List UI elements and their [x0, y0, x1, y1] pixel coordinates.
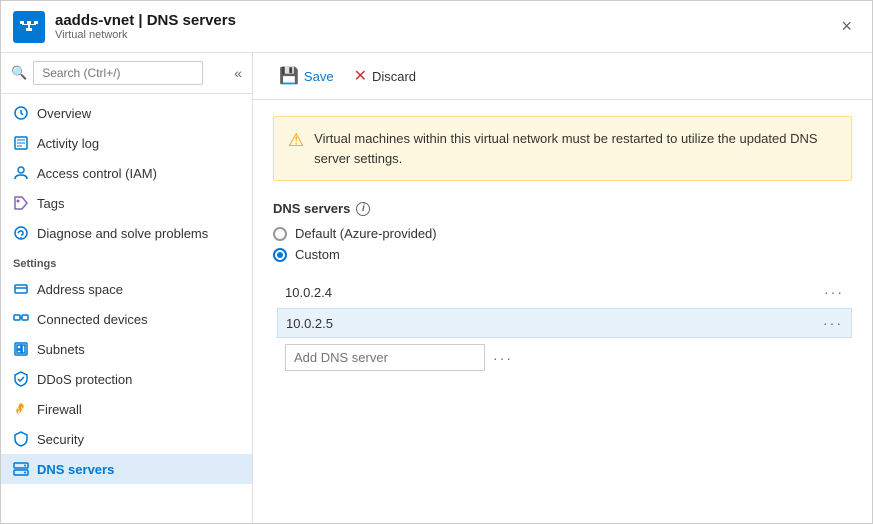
save-button[interactable]: 💾 Save	[269, 61, 344, 91]
add-dns-input[interactable]	[285, 344, 485, 371]
sidebar-item-activity-log-label: Activity log	[37, 136, 99, 151]
sidebar-item-dns-servers[interactable]: DNS servers	[1, 454, 252, 484]
firewall-icon	[13, 401, 29, 417]
sidebar-item-subnets[interactable]: Subnets	[1, 334, 252, 364]
warning-icon: ⚠	[288, 130, 304, 151]
right-panel: 💾 Save ✕ Discard ⚠ Virtual machines with…	[253, 53, 872, 523]
app-window: aadds-vnet | DNS servers Virtual network…	[0, 0, 873, 524]
radio-custom-circle	[273, 248, 287, 262]
sidebar-item-connected-devices[interactable]: Connected devices	[1, 304, 252, 334]
collapse-sidebar-button[interactable]: «	[234, 65, 242, 81]
dns-entry-ip-1: 10.0.2.5	[286, 316, 815, 331]
settings-section-header: Settings	[1, 248, 252, 274]
sidebar-item-security[interactable]: Security	[1, 424, 252, 454]
sidebar-item-dns-servers-label: DNS servers	[37, 462, 114, 477]
sidebar-nav: Overview Activity log Access control (IA…	[1, 94, 252, 523]
overview-icon	[13, 105, 29, 121]
radio-default-label: Default (Azure-provided)	[295, 226, 437, 241]
dns-entries: 10.0.2.4 ··· 10.0.2.5 ··· ···	[277, 278, 852, 375]
vnet-icon	[19, 20, 39, 34]
add-dns-row: ···	[277, 340, 852, 375]
search-box: 🔍 «	[1, 53, 252, 94]
toolbar: 💾 Save ✕ Discard	[253, 53, 872, 100]
sidebar-item-firewall-label: Firewall	[37, 402, 82, 417]
dns-label: DNS servers i	[273, 201, 852, 216]
warning-text: Virtual machines within this virtual net…	[314, 129, 837, 168]
window-subtitle: Virtual network	[55, 29, 236, 41]
discard-icon: ✕	[354, 66, 367, 86]
sidebar-item-diagnose[interactable]: Diagnose and solve problems	[1, 218, 252, 248]
panel-body: ⚠ Virtual machines within this virtual n…	[253, 100, 872, 523]
titlebar: aadds-vnet | DNS servers Virtual network…	[1, 1, 872, 53]
dns-entry-0: 10.0.2.4 ···	[277, 278, 852, 306]
sidebar-item-address-space-label: Address space	[37, 282, 123, 297]
sidebar-item-ddos[interactable]: DDoS protection	[1, 364, 252, 394]
sidebar-item-overview[interactable]: Overview	[1, 98, 252, 128]
sidebar-item-security-label: Security	[37, 432, 84, 447]
sidebar-item-overview-label: Overview	[37, 106, 91, 121]
sidebar-item-ddos-label: DDoS protection	[37, 372, 132, 387]
dns-entry-menu-0[interactable]: ···	[824, 284, 844, 300]
sidebar: 🔍 « Overview Activity log	[1, 53, 253, 523]
tags-icon	[13, 195, 29, 211]
activity-log-icon	[13, 135, 29, 151]
sidebar-item-diagnose-label: Diagnose and solve problems	[37, 226, 208, 241]
radio-group: Default (Azure-provided) Custom	[273, 226, 852, 262]
close-button[interactable]: ×	[833, 12, 860, 41]
save-label: Save	[304, 69, 334, 84]
dns-entry-1: 10.0.2.5 ···	[277, 308, 852, 338]
radio-default[interactable]: Default (Azure-provided)	[273, 226, 852, 241]
radio-custom-label: Custom	[295, 247, 340, 262]
dns-section-title: DNS servers	[273, 201, 350, 216]
sidebar-item-connected-devices-label: Connected devices	[37, 312, 148, 327]
sidebar-item-tags-label: Tags	[37, 196, 64, 211]
dns-section: DNS servers i Default (Azure-provided) C…	[273, 201, 852, 375]
dns-entry-menu-1[interactable]: ···	[823, 315, 843, 331]
dns-entry-ip-0: 10.0.2.4	[285, 285, 816, 300]
radio-default-circle	[273, 227, 287, 241]
warning-banner: ⚠ Virtual machines within this virtual n…	[273, 116, 852, 181]
ddos-icon	[13, 371, 29, 387]
radio-custom[interactable]: Custom	[273, 247, 852, 262]
add-dns-menu[interactable]: ···	[493, 350, 513, 366]
security-icon	[13, 431, 29, 447]
app-icon	[13, 11, 45, 43]
subnets-icon	[13, 341, 29, 357]
titlebar-left: aadds-vnet | DNS servers Virtual network	[13, 11, 236, 43]
window-title: aadds-vnet | DNS servers	[55, 12, 236, 29]
sidebar-item-firewall[interactable]: Firewall	[1, 394, 252, 424]
diagnose-icon	[13, 225, 29, 241]
titlebar-text: aadds-vnet | DNS servers Virtual network	[55, 12, 236, 41]
iam-icon	[13, 165, 29, 181]
sidebar-item-activity-log[interactable]: Activity log	[1, 128, 252, 158]
save-icon: 💾	[279, 66, 299, 86]
info-icon[interactable]: i	[356, 202, 370, 216]
search-icon: 🔍	[11, 65, 27, 81]
search-input[interactable]	[33, 61, 203, 85]
sidebar-item-iam[interactable]: Access control (IAM)	[1, 158, 252, 188]
dns-servers-icon	[13, 461, 29, 477]
sidebar-item-tags[interactable]: Tags	[1, 188, 252, 218]
main-content: 🔍 « Overview Activity log	[1, 53, 872, 523]
sidebar-item-address-space[interactable]: Address space	[1, 274, 252, 304]
discard-label: Discard	[372, 69, 416, 84]
discard-button[interactable]: ✕ Discard	[344, 61, 426, 91]
sidebar-item-subnets-label: Subnets	[37, 342, 85, 357]
address-space-icon	[13, 281, 29, 297]
sidebar-item-iam-label: Access control (IAM)	[37, 166, 157, 181]
connected-devices-icon	[13, 311, 29, 327]
